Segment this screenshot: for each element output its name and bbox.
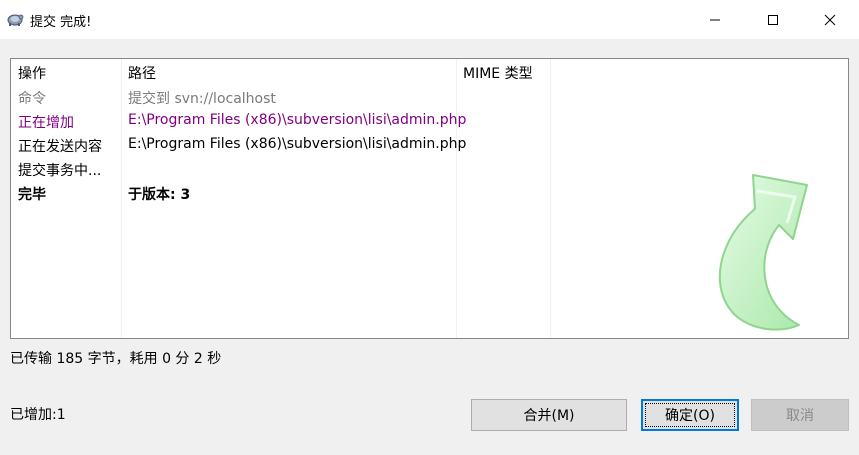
log-row-path: E:\Program Files (x86)\subversion\lisi\a…: [128, 112, 467, 128]
tortoise-icon: [7, 14, 24, 26]
added-count: 已增加:1: [10, 407, 66, 423]
close-button[interactable]: [801, 0, 859, 39]
column-divider: [121, 59, 122, 338]
maximize-button[interactable]: [744, 0, 802, 39]
merge-button-label: 合并(M): [523, 408, 575, 424]
log-row-action: 正在增加: [18, 115, 74, 131]
cancel-button-label: 取消: [786, 408, 814, 424]
column-header-mime[interactable]: MIME 类型: [463, 63, 533, 83]
column-header-action[interactable]: 操作: [18, 63, 46, 83]
column-divider: [550, 59, 551, 338]
transfer-status: 已传输 185 字节，耗用 0 分 2 秒: [10, 351, 222, 367]
column-header-path[interactable]: 路径: [128, 63, 156, 83]
commit-log-list[interactable]: 操作 路径 MIME 类型 命令 提交到 svn://localhost 正在增…: [10, 58, 849, 339]
merge-button[interactable]: 合并(M): [471, 399, 627, 431]
log-row-action: 提交事务中...: [18, 163, 102, 179]
close-icon: [824, 14, 836, 25]
log-row-action: 完毕: [18, 187, 46, 203]
window-title: 提交 完成!: [30, 15, 92, 30]
focus-rectangle: [645, 403, 735, 427]
ok-button[interactable]: 确定(O): [641, 399, 739, 431]
commit-arrow-icon: [718, 174, 808, 331]
cancel-button[interactable]: 取消: [751, 399, 849, 431]
log-row-path: E:\Program Files (x86)\subversion\lisi\a…: [128, 136, 467, 152]
log-row-action: 命令: [18, 91, 46, 107]
minimize-button[interactable]: [686, 0, 744, 39]
log-row-path: 于版本: 3: [128, 187, 191, 203]
maximize-icon: [768, 14, 778, 25]
minimize-icon: [710, 19, 720, 20]
title-bar: 提交 完成!: [0, 0, 859, 39]
log-row-action: 正在发送内容: [18, 139, 102, 155]
log-row-path: 提交到 svn://localhost: [128, 91, 276, 107]
column-divider: [456, 59, 457, 338]
